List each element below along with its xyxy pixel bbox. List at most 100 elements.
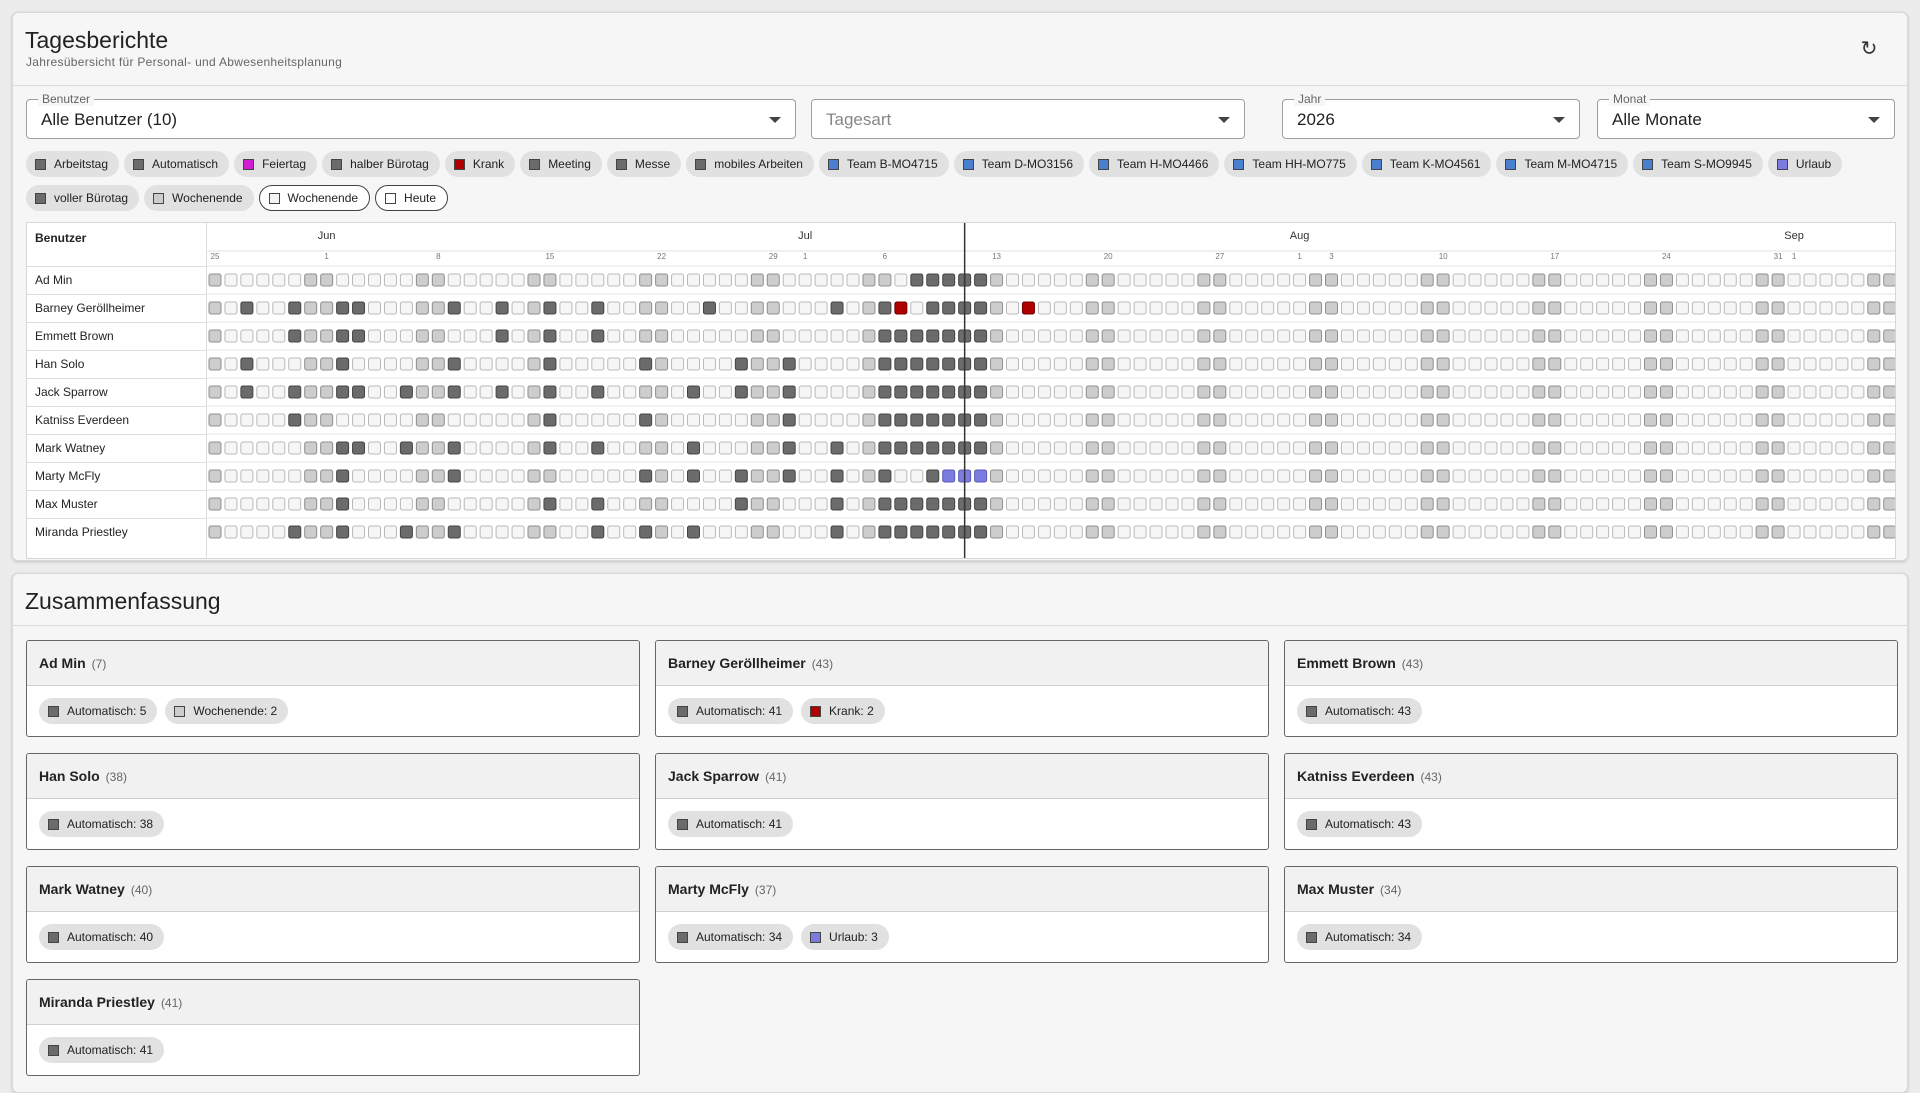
refresh-icon[interactable]: ↻	[1857, 37, 1881, 61]
legend-chip[interactable]: Messe	[606, 151, 682, 177]
day-cell-weekend	[862, 413, 876, 427]
day-cell-weekend	[990, 469, 1004, 483]
day-cell	[1580, 385, 1594, 399]
day-cell	[1580, 525, 1594, 539]
day-cell	[1612, 301, 1626, 315]
day-cell	[575, 469, 589, 483]
day-cell-automatisch	[543, 357, 557, 371]
day-cell-weekend	[1309, 441, 1323, 455]
day-cell	[687, 497, 700, 511]
day-cell	[798, 301, 812, 315]
summary-card-header: Max Muster (34)	[1285, 867, 1897, 912]
user-row-name: Barney Geröllheimer	[27, 294, 207, 322]
day-cell	[399, 329, 413, 343]
day-cell	[368, 385, 381, 399]
day-cell-weekend	[639, 329, 653, 343]
day-cell-weekend	[1197, 469, 1211, 483]
summary-chip-label: Automatisch: 43	[1325, 704, 1412, 718]
day-cell	[846, 385, 860, 399]
summary-chip-label: Automatisch: 34	[696, 930, 783, 944]
day-cell-weekend	[1755, 273, 1769, 287]
day-cell-weekend	[431, 413, 445, 427]
day-cell	[1261, 441, 1275, 455]
day-cell	[1500, 329, 1514, 343]
day-cell-weekend	[431, 469, 445, 483]
day-cell	[559, 301, 573, 315]
legend-chip[interactable]: Automatisch	[124, 151, 230, 177]
day-cell	[846, 413, 860, 427]
summary-chip: Automatisch: 5	[39, 698, 158, 724]
zusammenfassung-card: Zusammenfassung Ad Min (7) Automatisch: 5 W…	[12, 573, 1908, 1093]
legend-chip[interactable]: Team H-MO4466	[1089, 151, 1220, 177]
day-cell-weekend	[1213, 441, 1227, 455]
summary-chip-label: Automatisch: 41	[696, 817, 783, 831]
day-cell-automatisch	[974, 441, 988, 455]
day-cell	[1851, 273, 1865, 287]
legend-chip[interactable]: Arbeitstag	[26, 151, 120, 177]
legend-chip[interactable]: Feiertag	[234, 151, 318, 177]
day-cell-weekend	[750, 385, 764, 399]
day-cell	[1564, 301, 1578, 315]
day-cell	[1851, 441, 1865, 455]
day-cell	[240, 413, 254, 427]
summary-card-body: Automatisch: 41	[668, 811, 801, 837]
day-cell	[702, 441, 716, 455]
legend-chip[interactable]: mobiles Arbeiten	[686, 151, 814, 177]
legend-chip[interactable]: Krank	[444, 151, 516, 177]
day-cell	[1372, 469, 1386, 483]
legend-chip[interactable]: Team M-MO4715	[1496, 151, 1629, 177]
tagesart-select[interactable]: Tagesart	[811, 99, 1245, 139]
day-cell	[1245, 469, 1259, 483]
day-cell	[1675, 497, 1689, 511]
day-cell	[1723, 413, 1737, 427]
user-row-name: Mark Watney	[27, 434, 207, 462]
day-cell-automatisch	[591, 329, 605, 343]
benutzer-select[interactable]: Benutzer Alle Benutzer (10)	[26, 92, 796, 139]
day-cell	[1293, 301, 1307, 315]
day-cell	[1723, 497, 1737, 511]
week-tick-label: 1	[1792, 252, 1797, 261]
day-cell-automatisch	[352, 329, 366, 343]
legend-chip[interactable]: Heute	[375, 185, 449, 211]
day-cell	[1069, 497, 1083, 511]
legend-chip[interactable]: Team S-MO9945	[1633, 151, 1763, 177]
day-cell	[1612, 525, 1626, 539]
monat-select[interactable]: Monat Alle Monate	[1597, 92, 1895, 139]
legend-chip[interactable]: Meeting	[520, 151, 602, 177]
legend-chip[interactable]: voller Bürotag	[26, 185, 140, 211]
legend-chip[interactable]: Wochenende	[258, 185, 371, 211]
day-cell-weekend	[1197, 497, 1211, 511]
day-cell	[1229, 329, 1243, 343]
legend-chip[interactable]: Team D-MO3156	[953, 151, 1085, 177]
day-cell-weekend	[1755, 413, 1769, 427]
day-cell	[1356, 329, 1370, 343]
day-cell	[1293, 273, 1307, 287]
day-cell	[479, 525, 493, 539]
day-cell	[479, 301, 493, 315]
day-cell	[1069, 357, 1083, 371]
legend-chip[interactable]: Team B-MO4715	[818, 151, 949, 177]
legend-chip[interactable]: Team HH-MO775	[1224, 151, 1357, 177]
day-cell	[1133, 385, 1147, 399]
day-cell	[1165, 329, 1179, 343]
day-cell-weekend	[1644, 469, 1657, 483]
day-cell-weekend	[527, 273, 541, 287]
day-cell	[1340, 301, 1354, 315]
day-cell	[1181, 469, 1195, 483]
day-cell	[1277, 329, 1291, 343]
day-cell	[607, 497, 621, 511]
legend-chip[interactable]: halber Bürotag	[322, 151, 440, 177]
day-cell	[479, 329, 493, 343]
day-cell-weekend	[1659, 357, 1673, 371]
summary-chip: Automatisch: 41	[668, 698, 794, 724]
day-cell	[1500, 497, 1514, 511]
chevron-down-icon	[769, 117, 781, 123]
day-cell-automatisch	[336, 329, 350, 343]
legend-chip[interactable]: Urlaub	[1767, 151, 1843, 177]
legend-chip[interactable]: Wochenende	[144, 185, 254, 211]
day-cell	[1516, 469, 1530, 483]
jahr-select[interactable]: Jahr 2026	[1282, 92, 1580, 139]
day-cell-weekend	[415, 273, 429, 287]
day-cell	[288, 357, 302, 371]
legend-chip[interactable]: Team K-MO4561	[1361, 151, 1492, 177]
